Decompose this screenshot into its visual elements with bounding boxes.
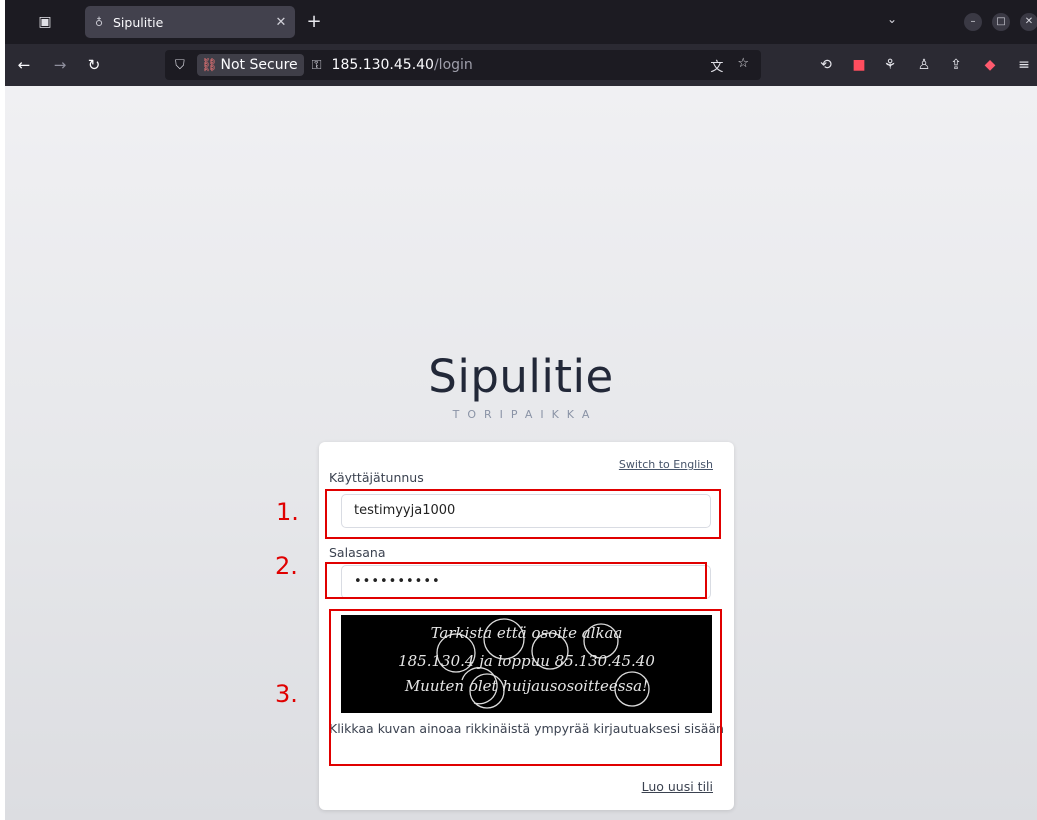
share-icon[interactable]: ⇪	[947, 56, 965, 74]
annotation-label-2: 2.	[275, 552, 298, 580]
url-host: 185.130.45.40	[331, 57, 434, 73]
eraser-icon[interactable]: ◆	[981, 56, 999, 74]
create-account-link[interactable]: Luo uusi tili	[642, 779, 713, 794]
tab-title: Sipulitie	[113, 14, 164, 30]
security-indicator[interactable]: ⛓ Not Secure	[197, 54, 304, 76]
close-window-icon[interactable]: ✕	[1020, 13, 1037, 31]
account-icon[interactable]: ♙	[915, 56, 933, 74]
language-switch-link[interactable]: Switch to English	[619, 458, 713, 471]
chevron-down-icon[interactable]: ⌄	[887, 12, 897, 26]
site-tagline: TORIPAIKKA	[452, 408, 598, 421]
screenshot-icon[interactable]: ■	[850, 56, 868, 74]
translate-icon[interactable]: 文	[710, 56, 723, 75]
maximize-icon[interactable]: □	[992, 13, 1010, 31]
extension-icon[interactable]: ⚘	[881, 56, 899, 74]
back-icon[interactable]: ←	[15, 56, 33, 74]
key-icon[interactable]: ⚿	[312, 58, 322, 73]
annotation-box-2	[325, 562, 707, 599]
close-tab-icon[interactable]: ✕	[267, 15, 295, 30]
annotation-label-3: 3.	[275, 680, 298, 708]
page-content: Sipulitie TORIPAIKKA Switch to English K…	[5, 86, 1037, 820]
forward-icon[interactable]: →	[51, 56, 69, 74]
annotation-box-3	[329, 609, 722, 766]
address-bar[interactable]: ⛉ ⛓ Not Secure ⚿ 185.130.45.40/login 文 ☆	[165, 50, 761, 80]
annotation-box-1	[325, 489, 721, 539]
navigation-bar: ← → ↻ ⛉ ⛓ Not Secure ⚿ 185.130.45.40/log…	[5, 44, 1037, 86]
shield-icon[interactable]: ⛉	[175, 58, 191, 73]
site-title: Sipulitie	[428, 350, 614, 403]
security-label: Not Secure	[220, 57, 298, 73]
broken-lock-icon: ⛓	[201, 57, 218, 73]
username-label: Käyttäjätunnus	[329, 470, 424, 485]
onion-icon: ♁	[95, 15, 104, 29]
menu-icon[interactable]: ≡	[1015, 56, 1033, 74]
tab-bar: ▣ ♁ Sipulitie ✕ + ⌄ – □ ✕	[5, 0, 1037, 44]
history-icon[interactable]: ⟲	[817, 56, 835, 74]
tab-sipulitie[interactable]: ♁ Sipulitie ✕	[85, 6, 295, 38]
tab-overview-icon[interactable]: ▣	[28, 0, 62, 44]
reload-icon[interactable]: ↻	[85, 56, 103, 74]
browser-window: ▣ ♁ Sipulitie ✕ + ⌄ – □ ✕ ← → ↻ ⛉ ⛓ Not …	[5, 0, 1037, 820]
annotation-label-1: 1.	[276, 498, 299, 526]
bookmark-star-icon[interactable]: ☆	[737, 56, 749, 75]
new-tab-icon[interactable]: +	[301, 8, 327, 36]
password-label: Salasana	[329, 545, 386, 560]
minimize-icon[interactable]: –	[964, 13, 982, 31]
url-path: /login	[433, 57, 473, 73]
